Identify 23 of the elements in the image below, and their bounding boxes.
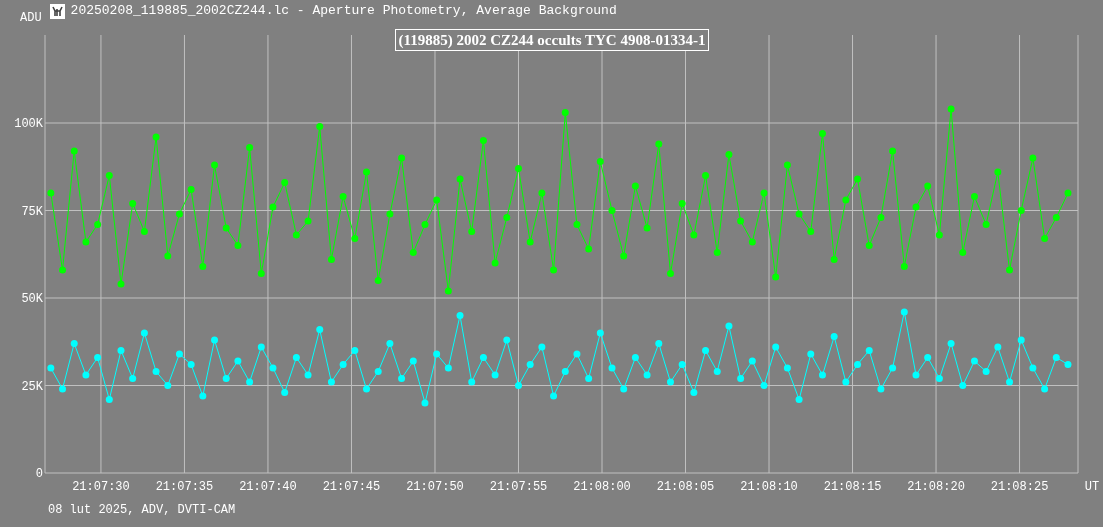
x-tick-label: 21:07:30 bbox=[72, 480, 130, 494]
x-tick-label: 21:07:40 bbox=[239, 480, 297, 494]
x-tick-label: 21:07:55 bbox=[489, 480, 548, 494]
x-tick-label: 21:07:50 bbox=[406, 480, 464, 494]
y-tick-label: 75K bbox=[21, 204, 43, 219]
x-tick-label: 21:08:10 bbox=[740, 480, 798, 494]
x-tick-label: 21:08:00 bbox=[573, 480, 631, 494]
x-tick-label: 21:07:35 bbox=[155, 480, 214, 494]
y-tick-label: 50K bbox=[21, 292, 43, 306]
x-tick-label: 21:08:25 bbox=[990, 480, 1049, 494]
window-title: 20250208_119885_2002CZ244.lc - Aperture Photometry, Average Background bbox=[70, 4, 617, 17]
chart-title: (119885) 2002 CZ244 occults TYC 4908-01334-1 bbox=[394, 29, 710, 51]
x-tick-label: 21:08:20 bbox=[907, 480, 965, 494]
x-tick-label: 21:08:15 bbox=[823, 480, 882, 494]
axis-unit-label: ADU bbox=[20, 12, 42, 24]
y-tick-label: 100K bbox=[14, 117, 43, 131]
y-tick-label: 25K bbox=[21, 379, 43, 394]
x-axis-label: UT bbox=[1084, 480, 1100, 494]
footer-info: 08 lut 2025, ADV, DVTI-CAM bbox=[48, 503, 236, 517]
app-logo-icon bbox=[49, 4, 65, 19]
x-tick-label: 21:08:05 bbox=[656, 480, 715, 494]
y-tick-label: 0 bbox=[35, 467, 43, 481]
x-tick-label: 21:07:45 bbox=[322, 480, 381, 494]
